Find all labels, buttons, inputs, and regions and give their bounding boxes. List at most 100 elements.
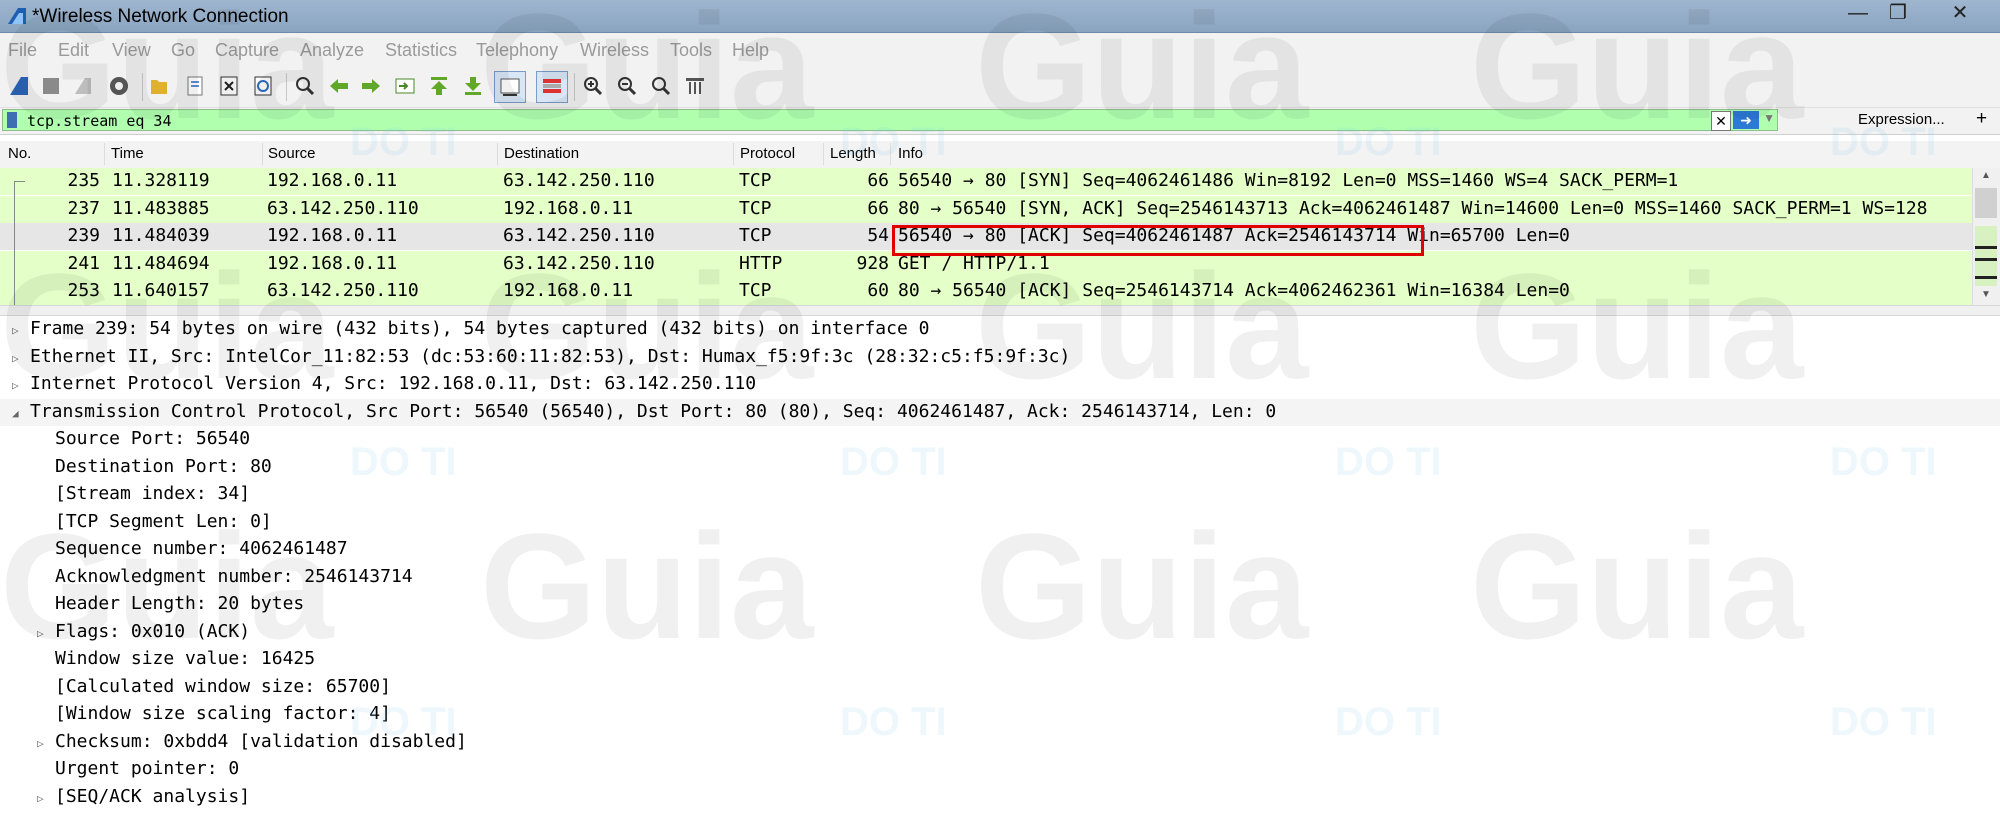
menu-item-analyze[interactable]: Analyze: [300, 40, 364, 61]
column-separator[interactable]: [497, 143, 498, 165]
filter-bookmark-icon[interactable]: [7, 112, 17, 128]
detail-row[interactable]: Window size value: 16425: [0, 646, 2000, 673]
detail-row[interactable]: Urgent pointer: 0: [0, 756, 2000, 783]
expand-triangle-icon[interactable]: ▷: [12, 379, 19, 392]
display-filter-input[interactable]: tcp.stream eq 34 ✕ ➜ ▼: [2, 109, 1778, 131]
apply-filter-arrow-icon[interactable]: ➜: [1733, 111, 1759, 129]
scroll-down-icon[interactable]: ▼: [1981, 289, 1991, 300]
detail-row[interactable]: ▷ Flags: 0x010 (ACK): [0, 619, 2000, 646]
detail-row[interactable]: ◢ Transmission Control Protocol, Src Port…: [0, 398, 2000, 426]
column-separator[interactable]: [890, 143, 891, 165]
go-to-packet-icon[interactable]: [390, 71, 420, 101]
pane-splitter[interactable]: [0, 305, 2000, 316]
expand-triangle-icon[interactable]: ▷: [37, 627, 44, 640]
detail-row[interactable]: ▷ Checksum: 0xbdd4 [validation disabled]: [0, 729, 2000, 756]
wireshark-logo-icon: [8, 8, 26, 24]
go-forward-icon[interactable]: [356, 71, 386, 101]
scroll-up-icon[interactable]: ▲: [1981, 170, 1991, 181]
highlight-annotation-box: [892, 225, 1424, 256]
detail-row[interactable]: Acknowledgment number: 2546143714: [0, 564, 2000, 591]
close-icon[interactable]: ✕: [1940, 2, 1980, 24]
column-header-destination[interactable]: Destination: [504, 145, 579, 162]
detail-text: Window size value: 16425: [55, 648, 316, 669]
menu-item-capture[interactable]: Capture: [215, 40, 279, 61]
add-filter-button[interactable]: +: [1976, 108, 1987, 130]
auto-scroll-icon[interactable]: [494, 71, 526, 103]
detail-text: Acknowledgment number: 2546143714: [55, 565, 413, 587]
detail-row[interactable]: ▷ Internet Protocol Version 4, Src: 192.1…: [0, 371, 2000, 398]
find-packet-icon[interactable]: [290, 71, 320, 101]
packet-info: 56540 → 80 [SYN] Seq=4062461486 Win=8192…: [898, 170, 1679, 191]
detail-row[interactable]: [TCP Segment Len: 0]: [0, 509, 2000, 536]
column-header-source[interactable]: Source: [268, 145, 316, 162]
normal-size-icon[interactable]: [646, 71, 676, 101]
detail-row[interactable]: Destination Port: 80: [0, 454, 2000, 481]
expand-triangle-icon[interactable]: ▷: [37, 792, 44, 805]
save-file-icon[interactable]: [180, 71, 210, 101]
menu-item-statistics[interactable]: Statistics: [385, 40, 457, 61]
restart-capture-icon[interactable]: [68, 71, 98, 101]
expand-triangle-icon[interactable]: ▷: [12, 352, 19, 365]
column-header-no[interactable]: No.: [8, 145, 31, 162]
expand-triangle-icon[interactable]: ▷: [37, 737, 44, 750]
restore-icon[interactable]: ❐: [1878, 2, 1918, 24]
clear-filter-icon[interactable]: ✕: [1711, 111, 1731, 131]
detail-row[interactable]: Header Length: 20 bytes: [0, 591, 2000, 618]
column-header-protocol[interactable]: Protocol: [740, 145, 795, 162]
menu-item-view[interactable]: View: [112, 40, 151, 61]
column-header-info[interactable]: Info: [898, 145, 923, 162]
detail-row[interactable]: ▷ Ethernet II, Src: IntelCor_11:82:53 (dc…: [0, 344, 2000, 371]
filter-history-chevron-down-icon[interactable]: ▼: [1763, 111, 1775, 125]
display-filter-value: tcp.stream eq 34: [27, 112, 172, 130]
menu-item-file[interactable]: File: [8, 40, 37, 61]
menu-item-go[interactable]: Go: [171, 40, 195, 61]
detail-text: [Stream index: 34]: [55, 483, 251, 504]
detail-row[interactable]: Source Port: 56540: [0, 426, 2000, 453]
minimize-icon[interactable]: —: [1838, 2, 1878, 24]
detail-row[interactable]: Sequence number: 4062461487: [0, 536, 2000, 563]
detail-text: Header Length: 20 bytes: [55, 593, 305, 614]
menu-item-edit[interactable]: Edit: [58, 40, 89, 61]
collapse-triangle-icon[interactable]: ◢: [12, 407, 19, 420]
packet-row[interactable]: 237 11.483885 63.142.250.110 192.168.0.11 TC…: [0, 195, 1972, 223]
menu-item-help[interactable]: Help: [732, 40, 769, 61]
menu-item-telephony[interactable]: Telephony: [476, 40, 558, 61]
scrollbar-thumb[interactable]: [1975, 188, 1997, 218]
packet-list-scrollbar[interactable]: ▲ ▼: [1972, 168, 2000, 305]
packet-row[interactable]: 253 11.640157 63.142.250.110 192.168.0.11 TC…: [0, 278, 1972, 305]
column-header-time[interactable]: Time: [111, 145, 144, 162]
expand-triangle-icon[interactable]: ▷: [12, 324, 19, 337]
menu-item-wireless[interactable]: Wireless: [580, 40, 649, 61]
detail-row[interactable]: ▷ [SEQ/ACK analysis]: [0, 784, 2000, 811]
column-separator[interactable]: [823, 143, 824, 165]
zoom-out-icon[interactable]: [612, 71, 642, 101]
column-separator[interactable]: [262, 143, 263, 165]
go-first-packet-icon[interactable]: [424, 71, 454, 101]
close-file-icon[interactable]: [214, 71, 244, 101]
open-file-icon[interactable]: [144, 71, 174, 101]
expression-button[interactable]: Expression...: [1858, 111, 1945, 128]
capture-options-gear-icon[interactable]: [104, 71, 134, 101]
go-back-icon[interactable]: [324, 71, 354, 101]
detail-row[interactable]: ▷ Frame 239: 54 bytes on wire (432 bits),…: [0, 316, 2000, 343]
menu-item-tools[interactable]: Tools: [670, 40, 712, 61]
stop-capture-icon[interactable]: [36, 71, 66, 101]
detail-row[interactable]: [Calculated window size: 65700]: [0, 674, 2000, 701]
shark-fin-start-icon[interactable]: [4, 71, 34, 101]
packet-length: 54: [867, 225, 889, 246]
detail-text: Transmission Control Protocol, Src Port:…: [30, 400, 1277, 422]
zoom-in-icon[interactable]: [578, 71, 608, 101]
packet-row[interactable]: 235 11.328119 192.168.0.11 63.142.250.110 TC…: [0, 168, 1972, 195]
reload-file-icon[interactable]: [248, 71, 278, 101]
detail-row[interactable]: [Window size scaling factor: 4]: [0, 701, 2000, 728]
colorize-icon[interactable]: [536, 71, 568, 103]
packet-list-header: No. Time Source Destination Protocol Length In…: [0, 141, 2000, 169]
packet-info: 80 → 56540 [SYN, ACK] Seq=2546143713 Ack…: [898, 197, 1928, 219]
go-last-packet-icon[interactable]: [458, 71, 488, 101]
resize-columns-icon[interactable]: [680, 71, 710, 101]
column-separator[interactable]: [733, 143, 734, 165]
column-header-length[interactable]: Length: [830, 145, 876, 162]
detail-row[interactable]: [Stream index: 34]: [0, 481, 2000, 508]
column-separator[interactable]: [104, 143, 105, 165]
detail-text: Source Port: 56540: [55, 428, 251, 449]
